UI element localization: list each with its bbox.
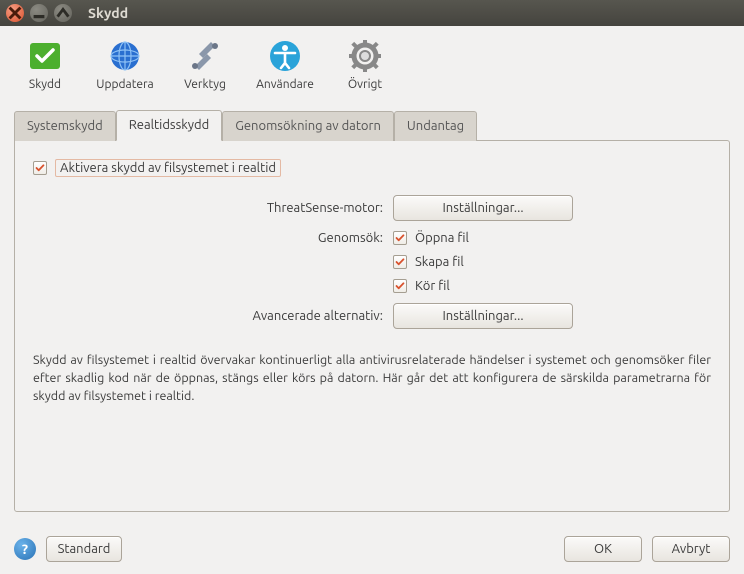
aktivera-checkbox[interactable] (33, 161, 47, 175)
accessibility-icon (267, 38, 303, 74)
toolbar-label: Användare (256, 78, 314, 91)
tab-realtidsskydd[interactable]: Realtidsskydd (116, 110, 223, 141)
standard-button[interactable]: Standard (46, 536, 122, 562)
advanced-settings-button[interactable]: Inställningar... (393, 303, 573, 329)
help-button[interactable]: ? (14, 538, 36, 560)
window-title: Skydd (88, 5, 128, 21)
run-file-checkbox[interactable] (393, 279, 407, 293)
tools-icon (187, 38, 223, 74)
tab-panel-realtidsskydd: Aktivera skydd av filsystemet i realtid … (14, 140, 730, 512)
toolbar-uppdatera[interactable]: Uppdatera (90, 34, 160, 95)
create-file-label: Skapa fil (415, 255, 464, 269)
tab-systemskydd[interactable]: Systemskydd (14, 111, 116, 141)
cancel-button[interactable]: Avbryt (652, 536, 730, 562)
aktivera-label: Aktivera skydd av filsystemet i realtid (55, 159, 281, 177)
toolbar-anvandare[interactable]: Användare (250, 34, 320, 95)
globe-icon (107, 38, 143, 74)
toolbar-verktyg[interactable]: Verktyg (170, 34, 240, 95)
dialog-footer: ? Standard OK Avbryt (0, 526, 744, 574)
main-toolbar: Skydd Uppdatera Verktyg Användare Övrigt (0, 26, 744, 99)
open-file-label: Öppna fil (415, 231, 469, 245)
open-file-checkbox[interactable] (393, 231, 407, 245)
ok-button[interactable]: OK (564, 536, 642, 562)
titlebar: Skydd (0, 0, 744, 26)
window-minimize-button[interactable] (30, 4, 48, 22)
gear-icon (347, 38, 383, 74)
run-file-label: Kör fil (415, 279, 450, 293)
threatsense-label: ThreatSense-motor: (33, 201, 393, 215)
window-close-button[interactable] (6, 4, 24, 22)
tab-genomsokning[interactable]: Genomsökning av datorn (222, 111, 394, 141)
toolbar-label: Övrigt (348, 78, 382, 91)
window-maximize-button[interactable] (54, 4, 72, 22)
toolbar-skydd[interactable]: Skydd (10, 34, 80, 95)
tab-undantag[interactable]: Undantag (394, 111, 477, 141)
toolbar-ovrigt[interactable]: Övrigt (330, 34, 400, 95)
toolbar-label: Uppdatera (96, 78, 153, 91)
threatsense-settings-button[interactable]: Inställningar... (393, 195, 573, 221)
shield-check-icon (27, 38, 63, 74)
advanced-label: Avancerade alternativ: (33, 309, 393, 323)
genomsok-label: Genomsök: (33, 231, 393, 245)
toolbar-label: Verktyg (184, 78, 226, 91)
tabstrip: Systemskydd Realtidsskydd Genomsökning a… (14, 109, 730, 140)
toolbar-label: Skydd (29, 78, 61, 91)
description-text: Skydd av filsystemet i realtid övervakar… (33, 351, 711, 405)
create-file-checkbox[interactable] (393, 255, 407, 269)
